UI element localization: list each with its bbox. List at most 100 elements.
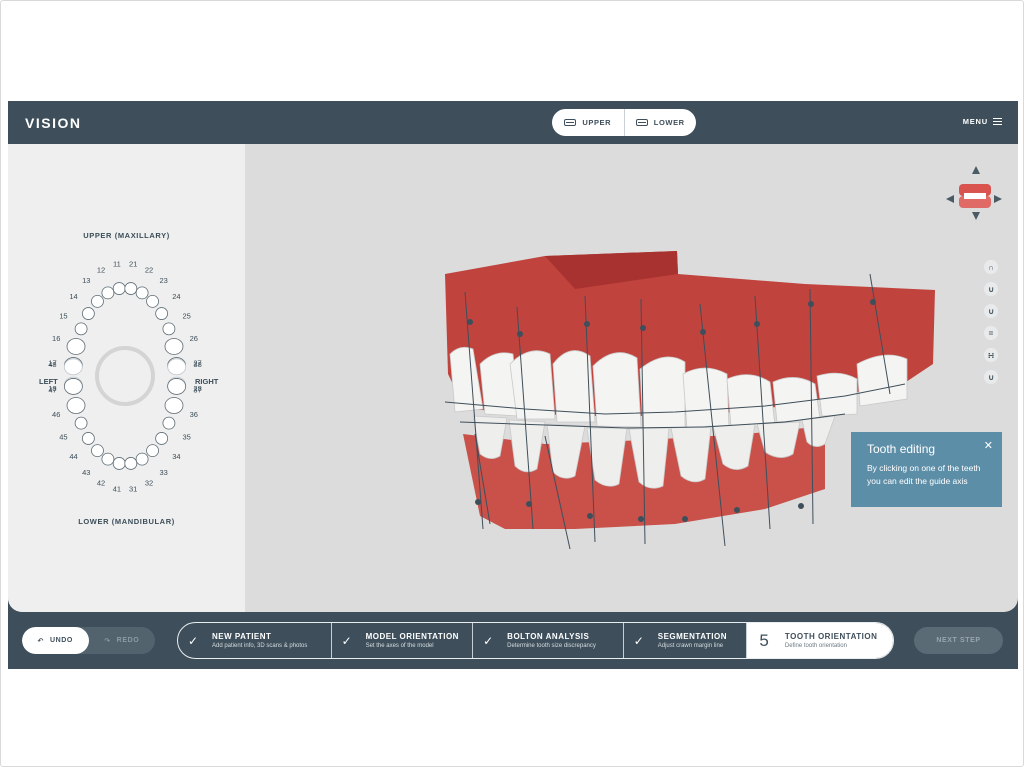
tooth-number: 21 — [129, 260, 137, 269]
tooth-25[interactable] — [162, 322, 176, 336]
tooth-24[interactable] — [155, 307, 169, 320]
tooth-number: 32 — [145, 479, 153, 488]
check-icon: ✓ — [341, 633, 352, 648]
tooth-number: 35 — [182, 433, 190, 442]
app-logo: VISION — [25, 115, 81, 131]
step-new-patient[interactable]: ✓ NEW PATIENT Add patient info, 3D scans … — [178, 623, 331, 658]
lower-jaw-button[interactable]: LOWER — [623, 109, 697, 136]
upper-arch-icon[interactable]: ∩ — [984, 260, 998, 274]
tooth-46[interactable] — [66, 397, 86, 414]
tooth-42[interactable] — [101, 452, 115, 466]
logo-text: VISION — [25, 115, 82, 131]
tooth-36[interactable] — [164, 397, 184, 414]
lower-jaw-label: LOWER — [653, 118, 685, 127]
step-subtitle: Adjust crawn margin line — [657, 643, 724, 649]
tooth-26[interactable] — [164, 338, 184, 355]
tooth-number: 47 — [48, 385, 56, 394]
side-view-icon[interactable]: = — [984, 326, 998, 340]
tooth-48[interactable] — [63, 358, 83, 376]
redo-label: REDO — [116, 637, 140, 644]
tooth-number: 42 — [97, 479, 105, 488]
tooth-number: 31 — [129, 484, 137, 493]
tooth-33[interactable] — [146, 444, 159, 458]
step-bolton-analysis[interactable]: ✓ BOLTON ANALYSIS Determine tooth size di… — [472, 623, 623, 658]
tooth-15[interactable] — [74, 322, 88, 336]
tooth-43[interactable] — [91, 444, 104, 458]
upper-jaw-button[interactable]: UPPER — [552, 109, 624, 136]
jaw-toggle: UPPER LOWER — [552, 109, 696, 136]
tooth-37[interactable] — [167, 378, 187, 395]
undo-button[interactable]: ↶ UNDO — [22, 627, 89, 654]
window-frame: VISION UPPER LOWER MENU UPPER (MAXILLARY… — [0, 0, 1024, 767]
tooth-number: 15 — [59, 311, 67, 320]
lower-arch-icon[interactable]: ∪ — [984, 282, 998, 296]
tooth-11[interactable] — [112, 282, 126, 295]
front-view-icon[interactable]: ∪ — [984, 304, 998, 318]
redo-button[interactable]: ↷ REDO — [89, 627, 156, 654]
tooth-number: 34 — [172, 452, 180, 461]
hamburger-icon — [993, 118, 1002, 125]
menu-label: MENU — [962, 117, 988, 126]
tooth-12[interactable] — [101, 286, 115, 300]
tooth-number: 11 — [113, 260, 121, 269]
dental-model[interactable] — [245, 144, 1018, 612]
tooth-number: 22 — [145, 265, 153, 274]
tooth-number: 37 — [193, 385, 201, 394]
tooth-number: 12 — [97, 265, 105, 274]
tooth-38[interactable] — [167, 358, 187, 376]
3d-viewport[interactable] — [245, 144, 1018, 612]
tooth-number: 41 — [113, 484, 121, 493]
tooth-34[interactable] — [155, 432, 169, 445]
tooth-editing-tooltip: Tooth editing By clicking on one of the … — [851, 432, 1002, 507]
tooth-45[interactable] — [74, 416, 88, 430]
tooth-number: 36 — [190, 410, 198, 419]
arrow-up-icon[interactable] — [972, 166, 980, 174]
check-icon: ✓ — [633, 633, 644, 648]
tooth-41[interactable] — [112, 457, 126, 470]
step-tooth-orientation[interactable]: 5 TOOTH ORIENTATION Define tooth orientat… — [746, 623, 893, 658]
tooth-16[interactable] — [66, 338, 86, 355]
tooth-chart: LEFT RIGHT 1817161514131211 2122232425262… — [39, 260, 219, 494]
close-icon[interactable]: ✕ — [984, 439, 993, 452]
tooltip-body: By clicking on one of the teeth you can … — [867, 463, 981, 486]
check-icon: ✓ — [483, 633, 494, 648]
tooth-14[interactable] — [81, 307, 95, 320]
tooth-32[interactable] — [135, 452, 149, 466]
tooth-number: 16 — [52, 334, 60, 343]
arrow-right-icon[interactable] — [994, 195, 1002, 203]
tooth-31[interactable] — [124, 457, 138, 470]
view-navigator[interactable] — [946, 164, 1002, 220]
check-icon: ✓ — [188, 633, 199, 648]
step-title: BOLTON ANALYSIS — [507, 632, 590, 641]
next-step-button[interactable]: NEXT STEP — [914, 627, 1003, 654]
step-title: TOOTH ORIENTATION — [784, 632, 878, 641]
step-subtitle: Add patient info, 3D scans & photos — [212, 643, 308, 649]
tooth-35[interactable] — [162, 416, 176, 430]
tooth-number: 13 — [82, 276, 90, 285]
tooth-21[interactable] — [124, 282, 138, 295]
step-segmentation[interactable]: ✓ SEGMENTATION Adjust crawn margin line — [622, 623, 747, 658]
menu-button[interactable]: MENU — [963, 117, 1002, 126]
split-view-icon[interactable]: ∺ — [984, 348, 998, 362]
step-title: NEW PATIENT — [212, 632, 272, 641]
tooth-22[interactable] — [135, 286, 149, 300]
occlusal-view-icon[interactable]: ∪ — [984, 370, 998, 384]
arrow-left-icon[interactable] — [946, 195, 954, 203]
step-number: 5 — [759, 630, 769, 650]
tooth-44[interactable] — [81, 432, 95, 445]
tooth-47[interactable] — [63, 378, 83, 395]
lower-jaw-icon — [635, 119, 648, 126]
step-subtitle: Define tooth orientation — [784, 643, 847, 649]
tooth-23[interactable] — [146, 294, 159, 308]
top-bar: VISION UPPER LOWER MENU — [8, 101, 1018, 144]
tooth-chart-panel: UPPER (MAXILLARY) LOWER (MANDIBULAR) LEF… — [8, 144, 245, 612]
tooth-number: 14 — [69, 292, 77, 301]
tooth-number: 33 — [160, 468, 168, 477]
step-model-orientation[interactable]: ✓ MODEL ORIENTATION Set the axes of the m… — [330, 623, 473, 658]
tooth-13[interactable] — [91, 294, 104, 308]
tooth-number: 43 — [82, 468, 90, 477]
upper-jaw-icon — [564, 119, 577, 126]
tooth-number: 23 — [160, 276, 168, 285]
tooth-number: 44 — [69, 452, 77, 461]
arrow-down-icon[interactable] — [972, 212, 980, 220]
